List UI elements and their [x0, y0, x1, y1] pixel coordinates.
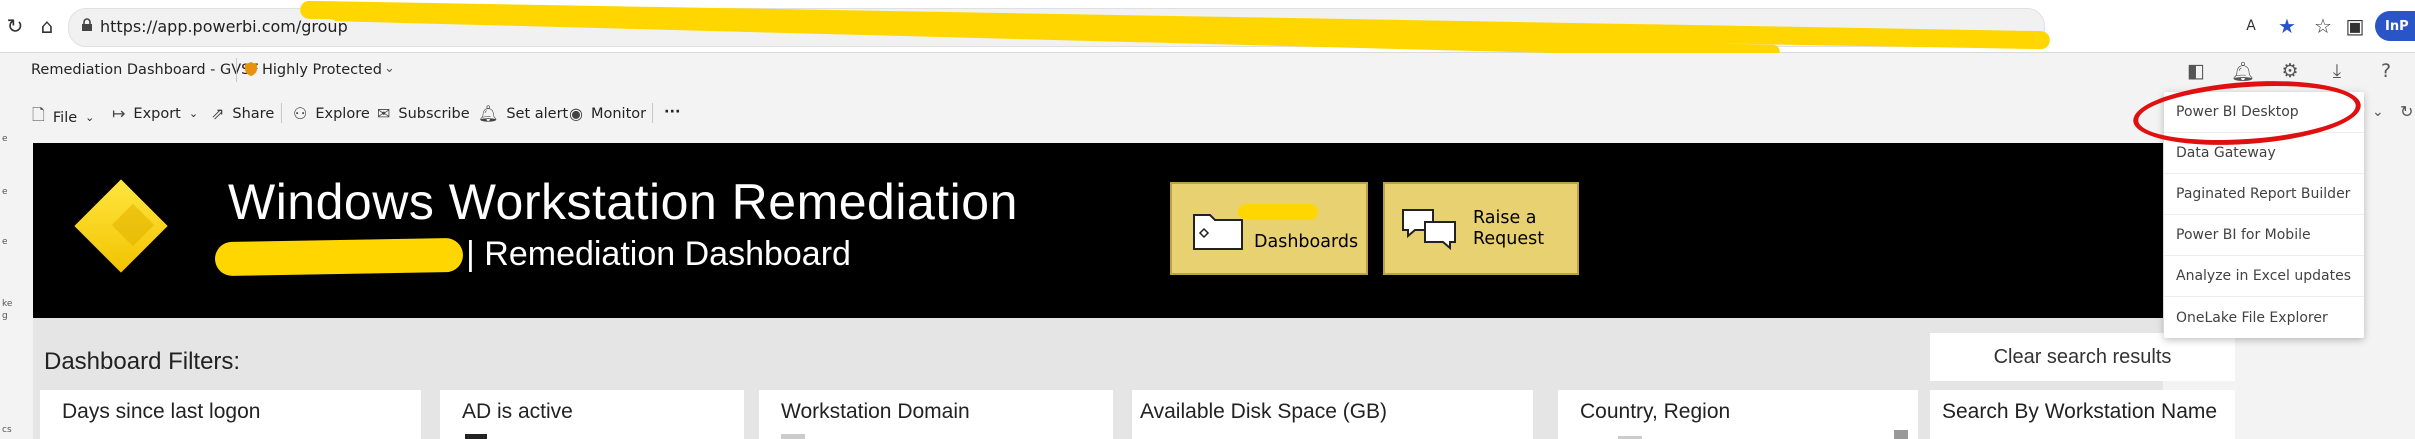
- subscribe-label: Subscribe: [398, 105, 470, 122]
- filter-card-workstation-domain[interactable]: Workstation Domain: [759, 390, 1113, 439]
- banner-title: Windows Workstation Remediation: [228, 174, 1018, 230]
- folder-icon: [1193, 213, 1243, 250]
- menu-item-analyze-in-excel[interactable]: Analyze in Excel updates: [2164, 256, 2364, 297]
- checkbox[interactable]: [781, 434, 805, 439]
- export-label: Export: [133, 105, 181, 122]
- lock-icon: [82, 18, 92, 31]
- set-alert-label: Set alert: [506, 105, 569, 122]
- chevron-down-icon[interactable]: ⌄: [384, 61, 395, 76]
- file-icon: 🗋: [32, 105, 45, 124]
- monitor-button[interactable]: ◉ Monitor: [569, 104, 646, 123]
- raise-request-label: Raise a Request: [1473, 208, 1544, 250]
- dashboards-tile[interactable]: Dashboards: [1170, 182, 1368, 275]
- shield-icon: [245, 62, 257, 76]
- filter-card-workstation-search[interactable]: Search By Workstation Name: [1930, 390, 2235, 439]
- dashboards-label: Dashboards: [1254, 232, 1359, 252]
- filter-card-ad-active[interactable]: AD is active: [440, 390, 744, 439]
- download-icon[interactable]: ⤓: [2323, 57, 2351, 85]
- monitor-label: Monitor: [590, 105, 647, 122]
- explore-label: Explore: [315, 105, 370, 122]
- share-icon: ⇗: [211, 104, 225, 123]
- clear-search-button[interactable]: Clear search results: [1930, 333, 2235, 381]
- chevron-down-icon: ⌄: [85, 111, 95, 124]
- raise-request-line2: Request: [1473, 228, 1545, 249]
- export-icon: ↦: [112, 104, 126, 123]
- home-icon[interactable]: ⌂: [34, 13, 60, 39]
- read-aloud-icon[interactable]: A: [2238, 13, 2264, 39]
- favorite-star-icon[interactable]: ★: [2274, 13, 2300, 39]
- filter-card-title: Workstation Domain: [781, 400, 970, 423]
- chevron-down-icon[interactable]: ⌄: [2372, 104, 2384, 120]
- url-text: https://app.powerbi.com/group: [100, 17, 348, 36]
- filter-card-title: Days since last logon: [62, 400, 261, 423]
- refresh-icon[interactable]: ↻: [2400, 102, 2413, 121]
- filter-card-days-since-logon[interactable]: Days since last logon: [40, 390, 421, 439]
- file-menu-button[interactable]: 🗋 File ⌄: [32, 104, 94, 131]
- redaction-mark: [1238, 204, 1318, 220]
- refresh-icon[interactable]: ↻: [2, 13, 28, 39]
- filter-card-title: Country, Region: [1580, 400, 1731, 423]
- scrollbar[interactable]: [1894, 430, 1908, 439]
- raise-request-line1: Raise a: [1473, 207, 1537, 228]
- filter-card-title: Search By Workstation Name: [1942, 400, 2218, 423]
- divider: [281, 103, 282, 123]
- share-button[interactable]: ⇗ Share: [211, 104, 274, 123]
- menu-item-power-bi-mobile[interactable]: Power BI for Mobile: [2164, 215, 2364, 256]
- export-menu-button[interactable]: ↦ Export ⌄: [112, 104, 198, 123]
- left-nav-sliver: e e e ke g cs: [0, 134, 21, 439]
- subscribe-button[interactable]: ✉ Subscribe: [377, 104, 470, 123]
- chat-bubbles-icon: [1402, 208, 1456, 250]
- chevron-down-icon: ⌄: [188, 107, 199, 120]
- binoculars-icon: ⚇: [293, 104, 308, 123]
- favorites-icon[interactable]: ☆: [2310, 13, 2336, 39]
- report-title[interactable]: Remediation Dashboard - GVSF: [31, 62, 259, 78]
- monitor-icon: ◉: [569, 104, 583, 123]
- more-options-button[interactable]: ···: [664, 104, 681, 120]
- filter-card-title: Available Disk Space (GB): [1140, 400, 1388, 423]
- collections-icon[interactable]: ▣: [2342, 13, 2368, 39]
- bell-icon: 🔔︎: [478, 104, 499, 123]
- explore-button[interactable]: ⚇ Explore: [293, 104, 370, 123]
- file-label: File: [52, 109, 78, 126]
- sensitivity-label[interactable]: Highly Protected: [262, 62, 382, 78]
- subscribe-icon: ✉: [377, 104, 391, 123]
- menu-item-onelake-explorer[interactable]: OneLake File Explorer: [2164, 297, 2364, 338]
- filter-card-disk-space[interactable]: Available Disk Space (GB): [1132, 390, 1533, 439]
- filters-heading: Dashboard Filters:: [44, 348, 241, 375]
- profile-button[interactable]: InP: [2375, 11, 2415, 41]
- checkbox[interactable]: [465, 434, 487, 439]
- raise-request-tile[interactable]: Raise a Request: [1383, 182, 1579, 275]
- divider: [236, 58, 237, 82]
- set-alert-button[interactable]: 🔔︎ Set alert: [478, 104, 568, 123]
- menu-item-paginated-report-builder[interactable]: Paginated Report Builder: [2164, 174, 2364, 215]
- banner-subtitle: | Remediation Dashboard: [466, 235, 851, 273]
- share-label: Share: [232, 105, 275, 122]
- filter-card-title: AD is active: [462, 400, 573, 423]
- filter-card-country-region[interactable]: Country, Region: [1558, 390, 1918, 439]
- redaction-mark: [214, 237, 464, 277]
- divider: [652, 103, 653, 123]
- view-pane-icon[interactable]: ◧: [2182, 57, 2210, 85]
- help-icon[interactable]: ?: [2372, 57, 2400, 85]
